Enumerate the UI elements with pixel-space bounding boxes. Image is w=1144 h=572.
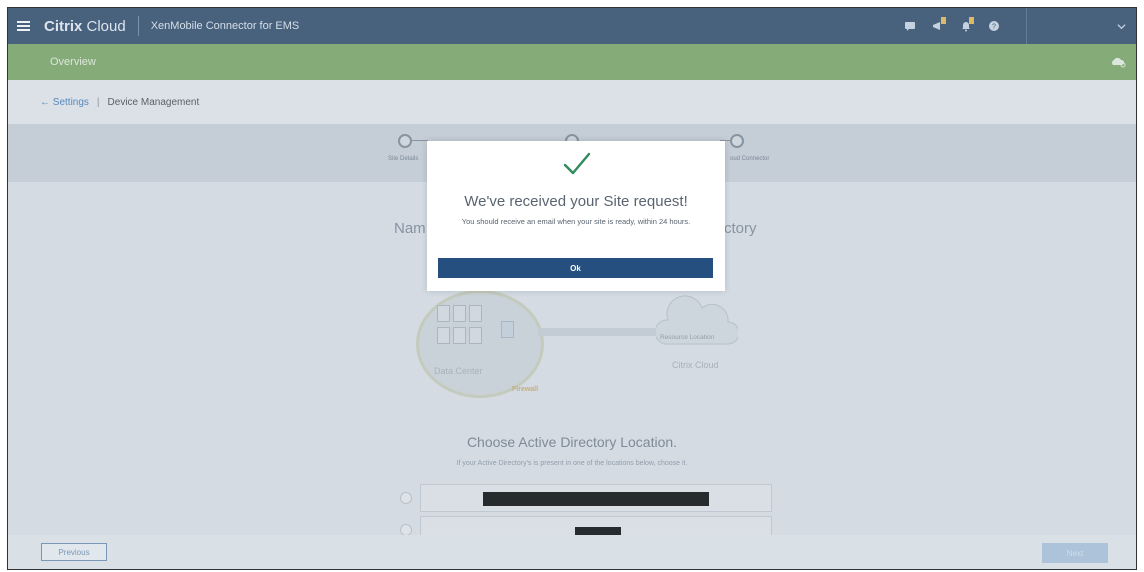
connection-line (538, 328, 656, 336)
server-icon (469, 327, 482, 344)
app-window: Citrix Cloud XenMobile Connector for EMS… (7, 7, 1137, 570)
ok-button[interactable]: Ok (438, 258, 713, 278)
megaphone-icon[interactable] (924, 8, 952, 44)
choose-title: Choose Active Directory Location. (466, 434, 678, 450)
dialog-title: We've received your Site request! (464, 193, 688, 210)
checkmark-icon (563, 152, 591, 175)
resource-location-label: Resource Location (660, 334, 715, 341)
step-label: oud Connector (730, 156, 770, 162)
user-menu[interactable] (1026, 8, 1136, 44)
cloud-connector-icon (501, 321, 514, 338)
confirmation-dialog: We've received your Site request! You sh… (427, 141, 725, 291)
step-site-details[interactable]: Site Details (388, 134, 418, 162)
page-heading-right: ctory (724, 220, 757, 237)
top-bar: Citrix Cloud XenMobile Connector for EMS… (8, 8, 1136, 44)
server-icon (469, 305, 482, 322)
top-icons: ? (896, 8, 1136, 44)
dialog-message: You should receive an email when your si… (461, 217, 691, 226)
breadcrumb-current: Device Management (107, 96, 200, 108)
next-button[interactable]: Next (1042, 543, 1108, 563)
brand-logo[interactable]: Citrix Cloud (44, 18, 126, 35)
server-icon (453, 327, 466, 344)
check-circle-icon (398, 134, 412, 148)
notification-badge (969, 17, 974, 24)
server-icon (437, 327, 450, 344)
notification-badge (941, 17, 946, 24)
hamburger-menu-icon[interactable] (8, 8, 38, 44)
citrix-cloud-label: Citrix Cloud (672, 360, 719, 370)
radio-button[interactable] (400, 492, 412, 504)
chevron-down-icon (1117, 23, 1126, 29)
step-label: Site Details (388, 156, 419, 162)
bell-icon[interactable] (952, 8, 980, 44)
firewall-label: Firewall (512, 386, 539, 393)
wizard-footer: Previous Next (8, 535, 1136, 569)
location-option[interactable] (400, 484, 772, 512)
overview-link[interactable]: Overview (50, 56, 96, 68)
breadcrumb: ← Settings | Device Management (8, 80, 1136, 124)
step-circle-icon (730, 134, 744, 148)
datacenter-diagram (416, 290, 544, 398)
choose-subtitle: If your Active Directory's is present in… (456, 460, 688, 467)
svg-text:?: ? (992, 24, 996, 31)
back-link[interactable]: ← Settings (40, 97, 89, 108)
page-heading-left: Nam (394, 220, 426, 237)
cloud-settings-icon[interactable] (1110, 56, 1126, 68)
previous-button[interactable]: Previous (41, 543, 107, 561)
product-name: XenMobile Connector for EMS (150, 20, 300, 32)
step-connector (412, 140, 428, 141)
server-icon (437, 305, 450, 322)
breadcrumb-separator: | (96, 96, 100, 108)
help-icon[interactable]: ? (980, 8, 1008, 44)
step-cloud-connector[interactable]: oud Connector (730, 134, 769, 162)
divider (137, 16, 139, 36)
chat-icon[interactable] (896, 8, 924, 44)
redacted-text (483, 492, 709, 506)
overview-bar: Overview (8, 44, 1136, 80)
datacenter-label: Data Center (434, 366, 483, 376)
location-option-box[interactable] (420, 484, 772, 512)
server-icon (453, 305, 466, 322)
